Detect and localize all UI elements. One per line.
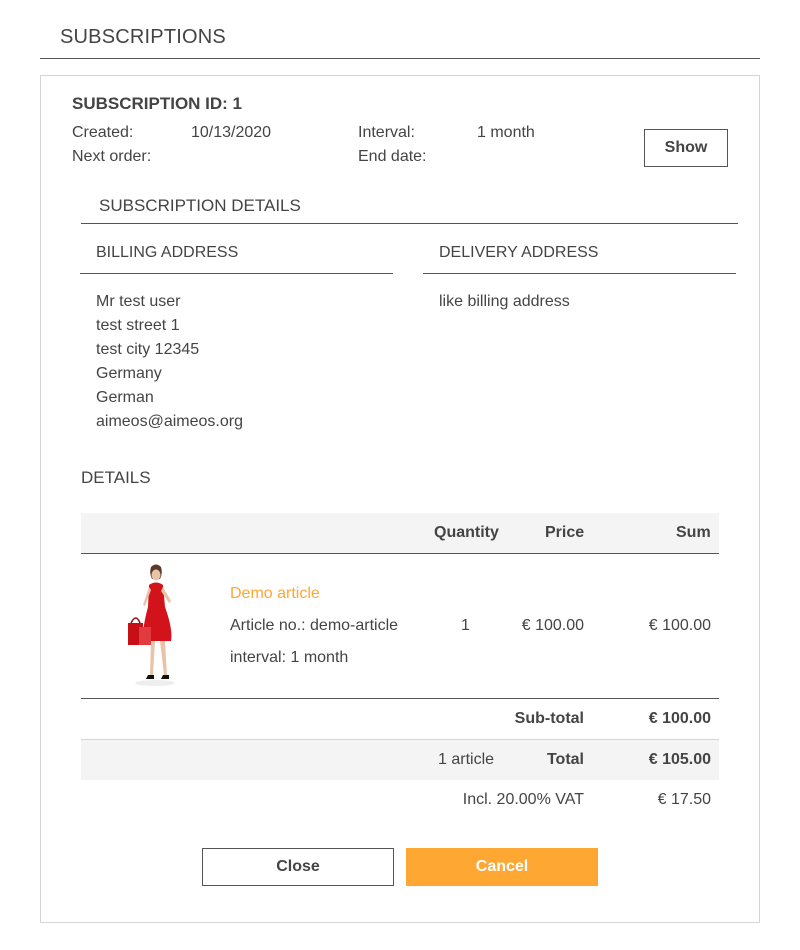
billing-address: Mr test user test street 1 test city 123… [96, 290, 243, 434]
interval-label: Interval: [358, 124, 415, 141]
next-order-label: Next order: [72, 148, 152, 165]
product-photo-icon [111, 561, 201, 689]
column-price: Price [545, 524, 585, 541]
close-button[interactable]: Close [202, 848, 394, 886]
vat-label: Incl. 20.00% VAT [462, 791, 584, 808]
divider [81, 698, 719, 699]
billing-language: German [96, 389, 154, 406]
total-label: Total [546, 751, 584, 768]
cancel-button[interactable]: Cancel [406, 848, 598, 886]
subscription-card: SUBSCRIPTION ID: 1 Created: 10/13/2020 N… [40, 75, 760, 923]
billing-street: test street 1 [96, 317, 180, 334]
page-title: SUBSCRIPTIONS [60, 26, 226, 48]
created-label: Created: [72, 124, 134, 141]
table-header: Quantity Price Sum [81, 513, 719, 554]
item-sum: € 100.00 [648, 617, 711, 634]
total-value: € 105.00 [648, 751, 711, 768]
delivery-address-header: DELIVERY ADDRESS [423, 234, 736, 274]
billing-country: Germany [96, 365, 162, 382]
subscription-details-title: SUBSCRIPTION DETAILS [99, 196, 301, 215]
column-sum: Sum [676, 524, 711, 541]
item-price: € 100.00 [521, 617, 584, 634]
interval-value: 1 month [477, 124, 535, 141]
vat-value: € 17.50 [657, 791, 711, 808]
article-number: Article no.: demo-article [230, 617, 399, 634]
billing-name: Mr test user [96, 293, 181, 310]
column-quantity: Quantity [434, 524, 499, 541]
item-quantity: 1 [461, 617, 470, 634]
delivery-text: like billing address [439, 293, 570, 310]
subtotal-label: Sub-total [514, 710, 584, 727]
billing-email: aimeos@aimeos.org [96, 413, 243, 430]
billing-address-header: BILLING ADDRESS [80, 234, 393, 274]
subscription-details-header: SUBSCRIPTION DETAILS [81, 185, 738, 224]
subscription-id: SUBSCRIPTION ID: 1 [72, 94, 243, 113]
delivery-address-title: DELIVERY ADDRESS [439, 244, 599, 261]
show-button[interactable]: Show [644, 129, 728, 167]
product-image[interactable] [111, 561, 201, 689]
created-value: 10/13/2020 [191, 124, 272, 141]
end-date-label: End date: [358, 148, 427, 165]
billing-address-title: BILLING ADDRESS [96, 244, 239, 261]
product-name-link[interactable]: Demo article [230, 585, 320, 603]
page-header: SUBSCRIPTIONS [40, 0, 760, 59]
subtotal-value: € 100.00 [648, 710, 711, 727]
details-title: DETAILS [81, 468, 151, 487]
item-interval: interval: 1 month [230, 649, 349, 666]
delivery-address: like billing address [439, 290, 570, 314]
billing-city: test city 12345 [96, 341, 200, 358]
